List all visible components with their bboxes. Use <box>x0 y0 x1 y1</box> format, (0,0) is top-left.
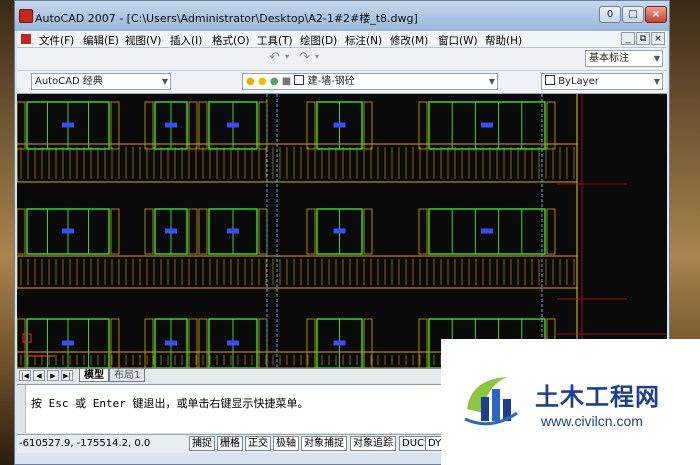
watermark-url: www.civilcn.com <box>541 413 643 429</box>
menu-modify[interactable]: 修改(M) <box>390 33 428 48</box>
ortho-toggle[interactable]: 正交 <box>245 436 271 451</box>
cad-window-tag <box>481 228 493 234</box>
layer-color-swatch <box>294 75 305 85</box>
sun-icon: ● <box>257 76 267 87</box>
menu-tools[interactable]: 工具(T) <box>257 33 293 48</box>
civilcn-logo-icon <box>464 377 518 426</box>
cad-window-tag <box>333 122 346 128</box>
cad-drawing <box>17 94 667 368</box>
cad-window-tag <box>227 122 239 128</box>
cad-window-tag <box>333 228 346 234</box>
tab-layout1[interactable]: 布局1 <box>109 369 146 382</box>
window-title: AutoCAD 2007 - [C:\Users\Administrator\D… <box>35 12 418 25</box>
grid-toggle[interactable]: 栅格 <box>217 436 243 451</box>
color-select[interactable]: ByLayer ▼ <box>541 73 663 90</box>
standard-toolbar: ↶ ▾ ↷ ▾ 基本标注 ▼ <box>17 48 667 71</box>
snap-toggle[interactable]: 捕捉 <box>189 436 215 451</box>
dimension-style-select[interactable]: 基本标注 ▼ <box>585 50 663 67</box>
workspace-value: AutoCAD 经典 <box>35 76 103 87</box>
maximize-button[interactable]: □ <box>622 6 644 23</box>
first-tab-button[interactable]: |◀ <box>19 370 31 381</box>
watermark-name: 土木工程网 <box>535 383 660 411</box>
menu-edit[interactable]: 编辑(E) <box>83 33 119 48</box>
minimize-button[interactable]: 0 <box>599 6 621 23</box>
redo-icon[interactable]: ↷ <box>299 50 310 65</box>
close-button[interactable]: × <box>645 6 667 23</box>
cad-window-tag <box>227 340 239 346</box>
command-prompt: 按 Esc 或 Enter 键退出，或单击右键显示快捷菜单。 <box>31 397 309 410</box>
cad-window-tag <box>62 340 74 346</box>
chevron-down-icon: ▼ <box>653 54 660 63</box>
autocad-app-icon[interactable] <box>19 9 33 23</box>
command-window-grip[interactable] <box>17 385 26 433</box>
redo-dropdown-icon[interactable]: ▾ <box>315 52 319 61</box>
last-tab-button[interactable]: ▶| <box>61 370 73 381</box>
tab-model[interactable]: 模型 <box>79 369 109 382</box>
layout-tab-bar: |◀ ◀ ▶ ▶| 模型 布局1 <box>17 368 457 383</box>
cad-window-tag <box>62 122 74 128</box>
mdi-restore-button[interactable]: ⧉ <box>636 32 650 45</box>
menu-window[interactable]: 窗口(W) <box>438 33 478 48</box>
polar-toggle[interactable]: 极轴 <box>273 436 299 451</box>
menu-insert[interactable]: 插入(I) <box>170 33 202 48</box>
layer-select[interactable]: ● ● ● ■ 建-墙-钢砼 ▼ <box>242 73 498 90</box>
mdi-minimize-button[interactable]: _ <box>621 32 635 45</box>
cad-window-tag <box>481 122 493 128</box>
next-tab-button[interactable]: ▶ <box>47 370 59 381</box>
plot-icon: ■ <box>281 76 292 87</box>
otrack-toggle[interactable]: 对象追踪 <box>350 436 396 451</box>
document-icon[interactable] <box>21 34 31 44</box>
watermark-logo: 土木工程网 www.civilcn.com <box>441 339 700 465</box>
cad-window-tag <box>227 228 239 234</box>
layer-name: 建-墙-钢砼 <box>307 76 355 87</box>
menu-bar: 文件(F) 编辑(E) 视图(V) 插入(I) 格式(O) 工具(T) 绘图(D… <box>17 31 667 48</box>
prev-tab-button[interactable]: ◀ <box>33 370 45 381</box>
color-value: ByLayer <box>558 76 599 87</box>
osnap-toggle[interactable]: 对象捕捉 <box>301 436 347 451</box>
undo-dropdown-icon[interactable]: ▾ <box>285 52 289 61</box>
cad-window-tag <box>62 228 74 234</box>
menu-view[interactable]: 视图(V) <box>125 33 161 48</box>
chevron-down-icon: ▼ <box>161 77 168 86</box>
lightbulb-icon: ● <box>246 76 255 87</box>
menu-file[interactable]: 文件(F) <box>39 33 74 48</box>
cad-window-tag <box>165 228 177 234</box>
layers-toolbar: AutoCAD 经典 ▼ ● ● ● ■ 建-墙-钢砼 ▼ ByLayer ▼ <box>17 71 667 94</box>
color-swatch <box>545 75 555 85</box>
title-bar[interactable]: AutoCAD 2007 - [C:\Users\Administrator\D… <box>15 1 669 31</box>
drawing-canvas[interactable] <box>17 94 667 368</box>
undo-icon[interactable]: ↶ <box>269 50 280 65</box>
cursor-coordinates: -610527.9, -175514.2, 0.0 <box>19 438 151 449</box>
chevron-down-icon: ▼ <box>488 77 495 86</box>
cad-window-tag <box>333 340 346 346</box>
dimension-style-value: 基本标注 <box>589 53 629 64</box>
cad-window-tag <box>165 340 177 346</box>
lock-icon: ● <box>269 76 279 87</box>
menu-format[interactable]: 格式(O) <box>212 33 249 48</box>
menu-draw[interactable]: 绘图(D) <box>300 33 337 48</box>
menu-dimension[interactable]: 标注(N) <box>345 33 382 48</box>
cad-window-tag <box>165 122 177 128</box>
menu-help[interactable]: 帮助(H) <box>485 33 522 48</box>
mdi-close-button[interactable]: × <box>651 32 665 45</box>
workspace-select[interactable]: AutoCAD 经典 ▼ <box>31 73 171 90</box>
chevron-down-icon: ▼ <box>653 77 660 86</box>
